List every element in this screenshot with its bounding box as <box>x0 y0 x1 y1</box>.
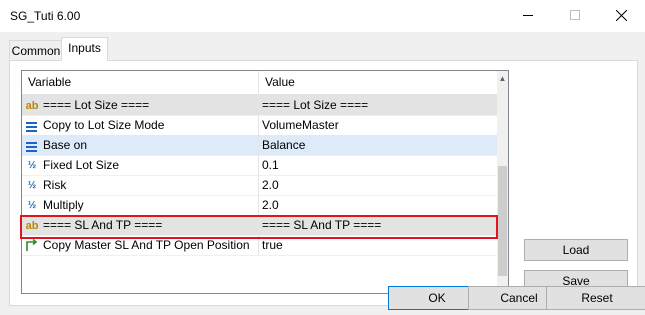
tab-common[interactable]: Common <box>9 40 63 61</box>
double-type-icon: ½ <box>27 179 37 191</box>
variable-value[interactable]: VolumeMaster <box>259 115 339 135</box>
maximize-button[interactable] <box>552 0 598 32</box>
variable-name: Copy to Lot Size Mode <box>43 118 165 132</box>
title-bar: SG_Tuti 6.00 <box>0 0 645 32</box>
table-row[interactable]: ab ==== Lot Size ==== ==== Lot Size ==== <box>22 95 497 116</box>
bool-type-icon <box>25 238 39 253</box>
enum-type-icon <box>25 139 39 153</box>
highlight-box <box>20 215 498 239</box>
inputs-table: Variable Value ab ==== Lot Size ==== ====… <box>21 70 509 294</box>
table-row[interactable]: ½ Risk 2.0 <box>22 175 497 196</box>
minimize-icon <box>523 15 533 16</box>
maximize-icon <box>570 10 580 20</box>
variable-value[interactable]: 0.1 <box>259 155 279 175</box>
close-icon <box>616 10 627 21</box>
close-button[interactable] <box>599 0 645 32</box>
variable-name: ==== Lot Size ==== <box>43 98 150 112</box>
table-header: Variable Value <box>22 71 497 95</box>
enum-type-icon <box>25 119 39 133</box>
value-column-header[interactable]: Value <box>259 71 295 94</box>
variable-name: Copy Master SL And TP Open Position <box>43 238 250 252</box>
variable-value[interactable]: Balance <box>259 135 305 155</box>
variable-value[interactable]: 2.0 <box>259 175 279 195</box>
variable-name: Risk <box>43 178 67 192</box>
table-row[interactable]: Copy to Lot Size Mode VolumeMaster <box>22 115 497 136</box>
scrollbar-thumb[interactable] <box>498 166 507 276</box>
variable-name: Fixed Lot Size <box>43 158 120 172</box>
variable-name: Multiply <box>43 198 84 212</box>
variable-column-header[interactable]: Variable <box>22 71 259 94</box>
double-type-icon: ½ <box>27 199 37 211</box>
inputs-panel: Variable Value ab ==== Lot Size ==== ====… <box>9 60 638 306</box>
reset-button[interactable]: Reset <box>546 286 645 310</box>
table-row[interactable]: Base on Balance <box>22 135 497 156</box>
table-row[interactable]: ½ Multiply 2.0 <box>22 195 497 216</box>
minimize-button[interactable] <box>506 0 552 32</box>
scroll-up-icon[interactable]: ▲ <box>497 74 508 84</box>
load-button[interactable]: Load <box>524 239 628 261</box>
tab-inputs[interactable]: Inputs <box>61 37 108 61</box>
variable-name: Base on <box>43 138 88 152</box>
string-type-icon: ab <box>25 99 39 112</box>
variable-value[interactable]: ==== Lot Size ==== <box>259 95 368 115</box>
window-title: SG_Tuti 6.00 <box>10 9 81 23</box>
dialog-body: Common Inputs Variable Value ab ==== Lot … <box>0 32 645 315</box>
double-type-icon: ½ <box>27 159 37 171</box>
table-row[interactable]: ½ Fixed Lot Size 0.1 <box>22 155 497 176</box>
variable-value[interactable]: 2.0 <box>259 195 279 215</box>
vertical-scrollbar[interactable]: ▲ <box>497 71 508 293</box>
